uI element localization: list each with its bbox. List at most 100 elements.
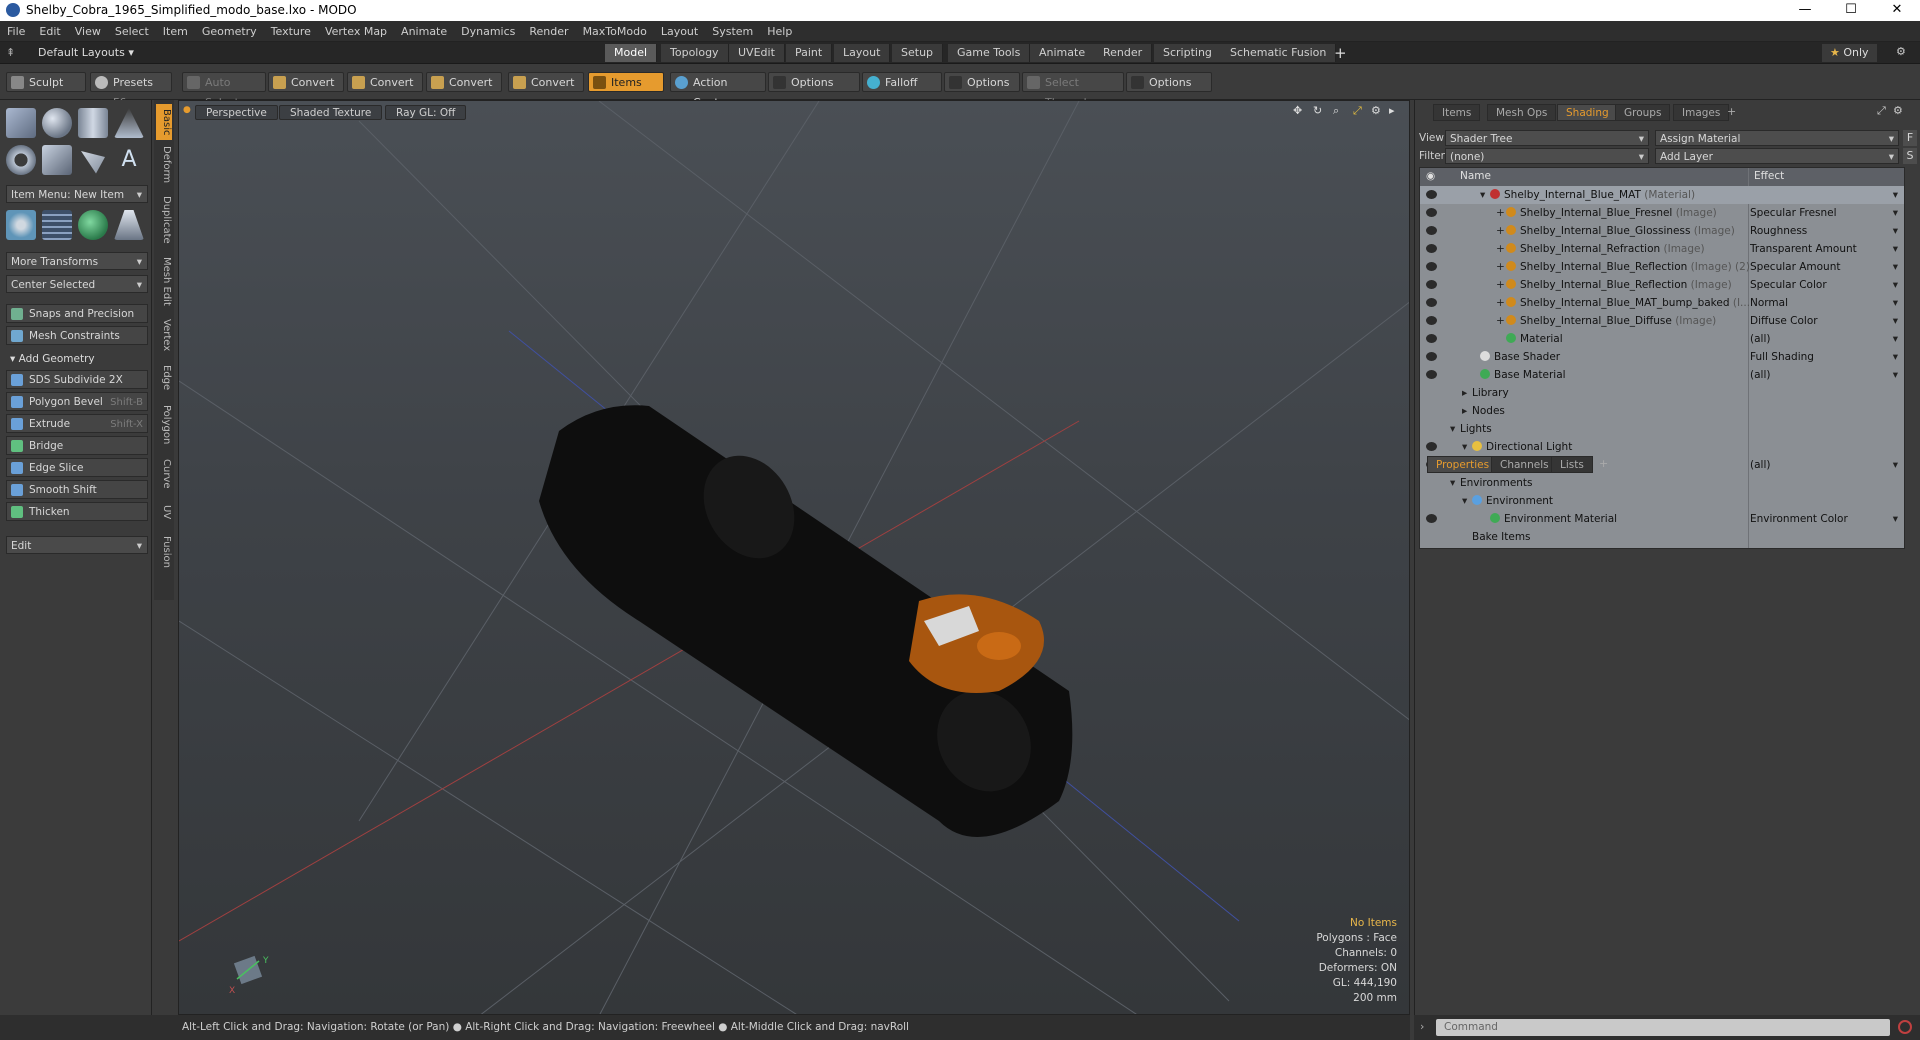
menu-geometry[interactable]: Geometry xyxy=(195,21,264,42)
falloff-button[interactable]: Falloff xyxy=(862,72,942,92)
vtab-uv[interactable]: UV xyxy=(156,500,172,524)
tab-lists[interactable]: Lists xyxy=(1551,456,1593,473)
tab-render[interactable]: Render xyxy=(1094,44,1153,62)
item-menu-dropdown[interactable]: Item Menu: New Item xyxy=(6,185,148,204)
convert-button-2[interactable]: Convert xyxy=(347,72,423,92)
tool-extrude[interactable]: Extrude Shift-X xyxy=(6,414,148,433)
effect-dropdown[interactable]: (all) xyxy=(1750,456,1900,474)
tree-row[interactable]: Bake Items xyxy=(1420,528,1904,546)
visibility-eye-icon[interactable] xyxy=(1426,442,1437,451)
effect-column-header[interactable]: Effect xyxy=(1754,170,1784,182)
menu-animate[interactable]: Animate xyxy=(394,21,454,42)
add-tab-button[interactable]: + xyxy=(1334,44,1347,62)
vtab-vertex[interactable]: Vertex xyxy=(156,316,172,354)
add-geometry-header[interactable]: ▾ Add Geometry xyxy=(6,350,148,368)
visibility-eye-icon[interactable] xyxy=(1426,298,1437,307)
layout-expand-icon[interactable]: ⇞ xyxy=(6,46,15,59)
vtab-basic[interactable]: Basic xyxy=(156,104,172,140)
expand-toggle-icon[interactable]: ▾ xyxy=(1450,420,1460,438)
menu-edit[interactable]: Edit xyxy=(32,21,67,42)
effect-dropdown[interactable]: Diffuse Color xyxy=(1750,312,1900,330)
tree-row[interactable]: ▸ Library xyxy=(1420,384,1904,402)
expand-toggle-icon[interactable]: + xyxy=(1496,258,1506,276)
panel-expand-icon[interactable]: ⤢ xyxy=(1877,104,1886,118)
effect-dropdown[interactable]: Specular Amount xyxy=(1750,258,1900,276)
options-button-3[interactable]: Options xyxy=(1126,72,1212,92)
effect-dropdown[interactable]: Full Shading xyxy=(1750,348,1900,366)
text-icon[interactable]: A xyxy=(114,145,144,175)
tool-bridge[interactable]: Bridge xyxy=(6,436,148,455)
visibility-eye-icon[interactable] xyxy=(1426,244,1437,253)
tree-row[interactable]: ▾ Lights xyxy=(1420,420,1904,438)
tab-setup[interactable]: Setup xyxy=(892,44,944,62)
visibility-eye-icon[interactable] xyxy=(1426,352,1437,361)
tree-row[interactable]: + Shelby_Internal_Blue_Fresnel (Image) Spe… xyxy=(1420,204,1904,222)
sphere-icon[interactable] xyxy=(42,108,72,138)
expand-toggle-icon[interactable]: + xyxy=(1496,204,1506,222)
f-button[interactable]: F xyxy=(1903,130,1917,146)
tree-row[interactable]: Material (all) xyxy=(1420,330,1904,348)
visibility-eye-icon[interactable] xyxy=(1426,262,1437,271)
tool-edge-slice[interactable]: Edge Slice xyxy=(6,458,148,477)
menu-item[interactable]: Item xyxy=(156,21,195,42)
tree-row[interactable]: + Shelby_Internal_Blue_Diffuse (Image) Dif… xyxy=(1420,312,1904,330)
cone-icon[interactable] xyxy=(114,108,144,138)
tab-shading[interactable]: Shading xyxy=(1557,104,1618,121)
cylinder-icon[interactable] xyxy=(78,108,108,138)
effect-dropdown[interactable]: (all) xyxy=(1750,366,1900,384)
menu-dynamics[interactable]: Dynamics xyxy=(454,21,522,42)
auto-select-button[interactable]: Auto Select xyxy=(182,72,266,109)
visibility-eye-icon[interactable] xyxy=(1426,280,1437,289)
layout-preset-dropdown[interactable]: Default Layouts ▾ xyxy=(38,46,134,59)
tab-topology[interactable]: Topology xyxy=(661,44,729,62)
edit-dropdown[interactable]: Edit xyxy=(6,536,148,555)
menu-system[interactable]: System xyxy=(705,21,760,42)
tool-smooth-shift[interactable]: Smooth Shift xyxy=(6,480,148,499)
effect-dropdown[interactable]: Roughness xyxy=(1750,222,1900,240)
name-column-header[interactable]: Name xyxy=(1460,170,1491,182)
tab-mesh-ops[interactable]: Mesh Ops xyxy=(1487,104,1557,121)
tab-items[interactable]: Items xyxy=(1433,104,1481,121)
tab-images[interactable]: Images xyxy=(1673,104,1730,121)
visibility-eye-icon[interactable] xyxy=(1426,208,1437,217)
visibility-eye-icon[interactable] xyxy=(1426,190,1437,199)
minimize-button[interactable]: — xyxy=(1782,0,1828,21)
options-button-1[interactable]: Options xyxy=(768,72,860,92)
expand-toggle-icon[interactable]: ▾ xyxy=(1480,186,1490,204)
tab-layout[interactable]: Layout xyxy=(834,44,891,62)
options-button-2[interactable]: Options xyxy=(944,72,1020,92)
effect-dropdown[interactable]: Environment Color xyxy=(1750,510,1900,528)
effect-dropdown[interactable]: Transparent Amount xyxy=(1750,240,1900,258)
tree-row[interactable]: + Shelby_Internal_Blue_Reflection (Image)… xyxy=(1420,258,1904,276)
expand-toggle-icon[interactable]: + xyxy=(1496,276,1506,294)
tool-polygon-bevel[interactable]: Polygon Bevel Shift-B xyxy=(6,392,148,411)
expand-toggle-icon[interactable]: ▸ xyxy=(1462,402,1472,420)
grid-icon[interactable] xyxy=(42,210,72,240)
tree-row[interactable]: ▾ Environments xyxy=(1420,474,1904,492)
globe-icon[interactable] xyxy=(78,210,108,240)
vtab-deform[interactable]: Deform xyxy=(156,144,172,186)
visibility-eye-icon[interactable] xyxy=(1426,226,1437,235)
cube-icon[interactable] xyxy=(6,108,36,138)
tab-paint[interactable]: Paint xyxy=(786,44,833,62)
expand-toggle-icon[interactable]: + xyxy=(1496,312,1506,330)
mesh-constraints-button[interactable]: Mesh Constraints xyxy=(6,326,148,345)
tree-row[interactable]: ▸ Nodes xyxy=(1420,402,1904,420)
only-toggle[interactable]: ★ Only xyxy=(1822,44,1877,62)
action-center-button[interactable]: Action Center xyxy=(670,72,766,109)
tree-row[interactable]: + Shelby_Internal_Blue_Glossiness (Image)… xyxy=(1420,222,1904,240)
items-mode-button[interactable]: Items xyxy=(588,72,664,92)
tab-groups[interactable]: Groups xyxy=(1615,104,1671,121)
menu-layout[interactable]: Layout xyxy=(654,21,705,42)
tree-row[interactable]: + Shelby_Internal_Blue_MAT_bump_baked (I.… xyxy=(1420,294,1904,312)
presets-button[interactable]: Presets F6 xyxy=(90,72,172,109)
select-through-button[interactable]: Select Through xyxy=(1022,72,1124,109)
tree-row[interactable]: Base Material (all) xyxy=(1420,366,1904,384)
menu-select[interactable]: Select xyxy=(108,21,156,42)
vtab-polygon[interactable]: Polygon xyxy=(156,402,172,448)
more-transforms-dropdown[interactable]: More Transforms xyxy=(6,252,148,271)
effect-dropdown[interactable]: Specular Fresnel xyxy=(1750,204,1900,222)
menu-file[interactable]: File xyxy=(0,21,32,42)
record-icon[interactable] xyxy=(1898,1020,1912,1034)
visibility-eye-icon[interactable] xyxy=(1426,514,1437,523)
